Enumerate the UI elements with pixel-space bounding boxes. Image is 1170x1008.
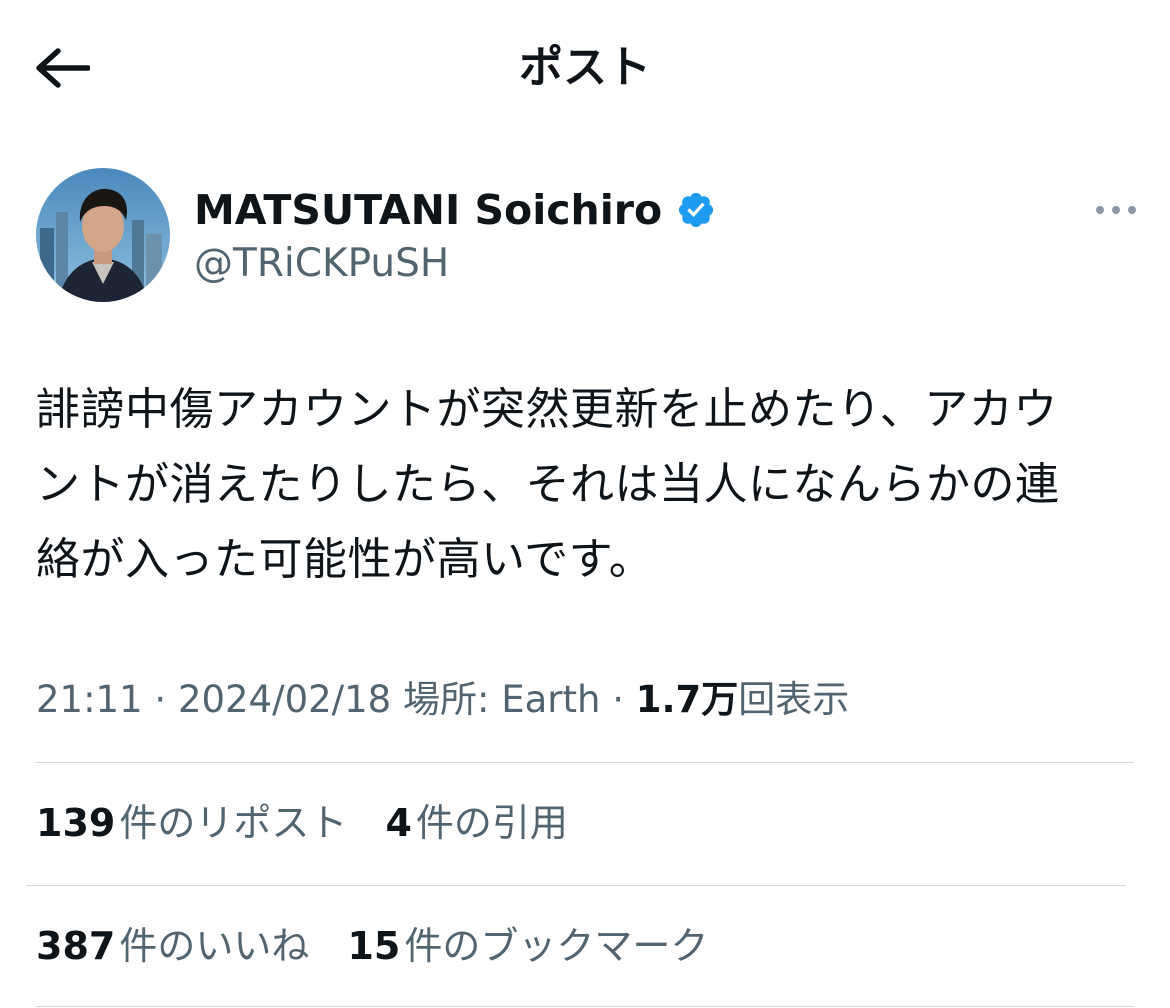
meta-separator: · bbox=[612, 678, 624, 721]
post-text-line: ントが消えたりしたら、それは当人になんらかの連 bbox=[36, 459, 1060, 510]
page-title: ポスト bbox=[519, 42, 651, 93]
bookmarks-stat[interactable]: 15 件のブックマーク bbox=[347, 920, 708, 972]
author-row: MATSUTANI Soichiro @TRiCKPuSH bbox=[36, 168, 1146, 304]
stats-row-reposts: 139 件のリポスト 4 件の引用 bbox=[36, 797, 594, 849]
author-handle[interactable]: @TRiCKPuSH bbox=[194, 238, 449, 290]
meta-separator: · bbox=[154, 678, 167, 721]
views-count[interactable]: 1.7万 bbox=[636, 678, 739, 721]
divider bbox=[36, 1006, 1134, 1007]
post-text-line: 絡が入った可能性が高いです。 bbox=[36, 534, 654, 585]
avatar-image bbox=[36, 168, 170, 302]
quotes-stat[interactable]: 4 件の引用 bbox=[385, 797, 567, 849]
post-location: 場所: Earth bbox=[402, 678, 601, 721]
likes-stat[interactable]: 387 件のいいね bbox=[36, 920, 309, 972]
post-time[interactable]: 21:11 bbox=[36, 678, 143, 721]
avatar[interactable] bbox=[36, 168, 170, 302]
reposts-count: 139 bbox=[36, 801, 116, 845]
display-name-text: MATSUTANI Soichiro bbox=[194, 186, 663, 234]
quotes-count: 4 bbox=[385, 801, 412, 845]
bookmarks-label: 件のブックマーク bbox=[404, 924, 709, 968]
author-display-name[interactable]: MATSUTANI Soichiro bbox=[194, 184, 716, 236]
bookmarks-count: 15 bbox=[347, 924, 401, 968]
likes-count: 387 bbox=[36, 924, 116, 968]
more-horizontal-icon bbox=[1096, 206, 1136, 214]
divider bbox=[26, 885, 1126, 886]
likes-label: 件のいいね bbox=[119, 924, 310, 968]
stats-row-likes: 387 件のいいね 15 件のブックマーク bbox=[36, 920, 734, 972]
post-date[interactable]: 2024/02/18 bbox=[178, 678, 391, 721]
post-text-line: 誹謗中傷アカウントが突然更新を止めたり、アカウ bbox=[36, 384, 1058, 435]
verified-badge-icon bbox=[679, 192, 714, 228]
reposts-label: 件のリポスト bbox=[119, 801, 348, 845]
post-meta: 21:11 · 2024/02/18 場所: Earth · 1.7万回表示 bbox=[36, 674, 849, 726]
more-options-button[interactable] bbox=[1086, 192, 1146, 228]
post-text: 誹謗中傷アカウントが突然更新を止めたり、アカウ ントが消えたりしたら、それは当人… bbox=[36, 372, 1146, 597]
quotes-label: 件の引用 bbox=[415, 801, 568, 845]
views-label[interactable]: 回表示 bbox=[738, 678, 849, 721]
divider bbox=[36, 762, 1134, 763]
top-bar: ポスト bbox=[0, 0, 1170, 136]
reposts-stat[interactable]: 139 件のリポスト bbox=[36, 797, 347, 849]
